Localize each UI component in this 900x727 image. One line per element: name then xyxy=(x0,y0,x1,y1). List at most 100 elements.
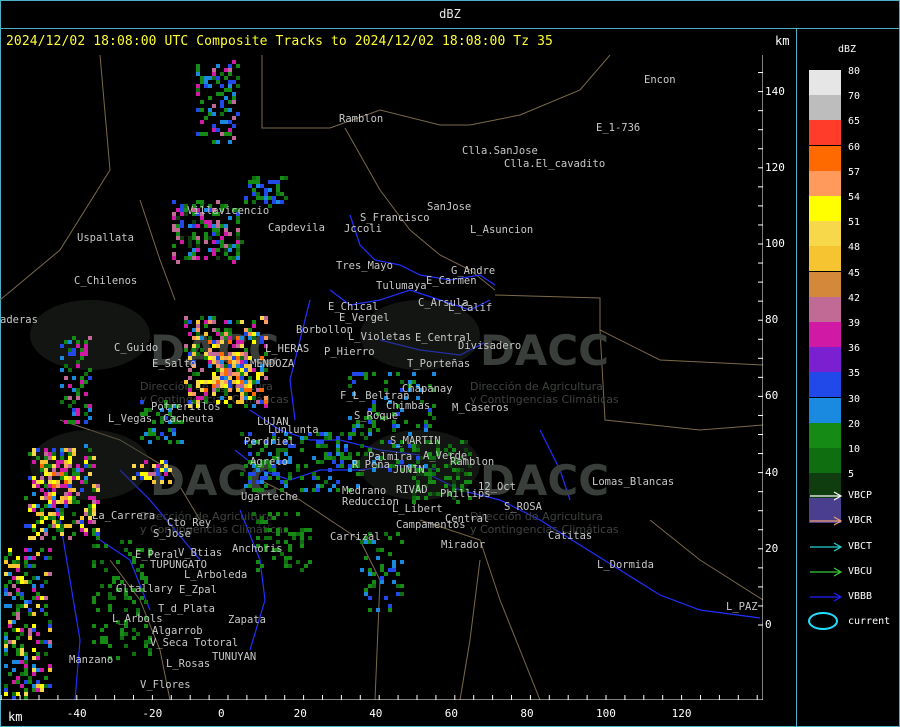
scale-label: 51 xyxy=(848,217,861,229)
echo-pixel xyxy=(16,652,20,656)
echo-pixel xyxy=(188,240,192,244)
echo-pixel xyxy=(400,560,404,564)
echo-pixel xyxy=(196,336,200,340)
echo-pixel xyxy=(44,528,48,532)
echo-pixel xyxy=(288,460,292,464)
echo-pixel xyxy=(88,404,92,408)
echo-pixel xyxy=(232,356,236,360)
echo-pixel xyxy=(380,548,384,552)
echo-pixel xyxy=(264,528,268,532)
border-line xyxy=(0,55,111,301)
scale-label: 57 xyxy=(848,166,861,178)
echo-pixel xyxy=(240,320,244,324)
echo-pixel xyxy=(228,336,232,340)
place-label: Central xyxy=(445,513,489,525)
echo-pixel xyxy=(68,524,72,528)
echo-pixel xyxy=(248,476,252,480)
echo-pixel xyxy=(20,652,24,656)
echo-pixel xyxy=(236,400,240,404)
place-label: Capdevila xyxy=(268,222,325,234)
echo-pixel xyxy=(384,572,388,576)
echo-pixel xyxy=(232,380,236,384)
echo-pixel xyxy=(200,380,204,384)
echo-pixel xyxy=(240,368,244,372)
echo-pixel xyxy=(12,584,16,588)
echo-pixel xyxy=(220,336,224,340)
x-tick-label: -40 xyxy=(66,707,87,720)
echo-pixel xyxy=(200,76,204,80)
echo-pixel xyxy=(60,400,64,404)
echo-pixel xyxy=(204,224,208,228)
echo-pixel xyxy=(192,336,196,340)
place-label: Ramblon xyxy=(450,456,494,468)
echo-pixel xyxy=(244,464,248,468)
echo-pixel xyxy=(8,592,12,596)
echo-pixel xyxy=(40,536,44,540)
echo-pixel xyxy=(192,328,196,332)
echo-pixel xyxy=(40,460,44,464)
echo-pixel xyxy=(36,680,40,684)
echo-pixel xyxy=(44,448,48,452)
echo-pixel xyxy=(196,240,200,244)
echo-pixel xyxy=(96,532,100,536)
echo-pixel xyxy=(244,360,248,364)
echo-pixel xyxy=(248,480,252,484)
echo-pixel xyxy=(428,492,432,496)
echo-pixel xyxy=(216,80,220,84)
echo-pixel xyxy=(244,372,248,376)
place-label: S_ROSA xyxy=(504,501,543,513)
x-tick-label: 60 xyxy=(444,707,459,720)
echo-pixel xyxy=(388,608,392,612)
echo-pixel xyxy=(244,396,248,400)
echo-pixel xyxy=(228,364,232,368)
echo-pixel xyxy=(36,552,40,556)
echo-pixel xyxy=(300,448,304,452)
echo-pixel xyxy=(24,656,28,660)
echo-pixel xyxy=(228,72,232,76)
echo-pixel xyxy=(196,244,200,248)
place-label: C_Chilenos xyxy=(74,275,137,287)
echo-pixel xyxy=(32,460,36,464)
echo-pixel xyxy=(32,564,36,568)
echo-pixel xyxy=(204,80,208,84)
echo-pixel xyxy=(232,100,236,104)
echo-pixel xyxy=(288,532,292,536)
echo-pixel xyxy=(8,672,12,676)
echo-pixel xyxy=(24,692,28,696)
echo-pixel xyxy=(20,604,24,608)
echo-pixel xyxy=(68,368,72,372)
echo-pixel xyxy=(16,612,20,616)
echo-pixel xyxy=(240,400,244,404)
echo-pixel xyxy=(288,548,292,552)
scale-swatch xyxy=(809,70,841,95)
echo-pixel xyxy=(220,360,224,364)
place-label: JUNIN xyxy=(393,464,425,476)
echo-pixel xyxy=(52,496,56,500)
echo-pixel xyxy=(208,108,212,112)
echo-pixel xyxy=(220,340,224,344)
radar-map[interactable]: DACCDirección de Agriculturay Contingenc… xyxy=(0,55,763,700)
echo-pixel xyxy=(284,564,288,568)
place-label: Reduccion xyxy=(342,496,399,508)
echo-pixel xyxy=(32,536,36,540)
place-label: TUNUYAN xyxy=(212,651,256,663)
echo-pixel xyxy=(240,380,244,384)
echo-pixel xyxy=(244,328,248,332)
echo-pixel xyxy=(332,484,336,488)
echo-pixel xyxy=(72,388,76,392)
echo-pixel xyxy=(452,480,456,484)
echo-pixel xyxy=(216,248,220,252)
echo-pixel xyxy=(380,440,384,444)
scale-label: 48 xyxy=(848,242,861,254)
echo-pixel xyxy=(48,640,52,644)
echo-pixel xyxy=(4,584,8,588)
echo-pixel xyxy=(16,576,20,580)
echo-pixel xyxy=(72,412,76,416)
echo-pixel xyxy=(264,376,268,380)
echo-pixel xyxy=(16,604,20,608)
echo-pixel xyxy=(4,648,8,652)
echo-pixel xyxy=(216,76,220,80)
echo-pixel xyxy=(228,328,232,332)
echo-pixel xyxy=(432,464,436,468)
scale-label: 70 xyxy=(848,91,861,103)
